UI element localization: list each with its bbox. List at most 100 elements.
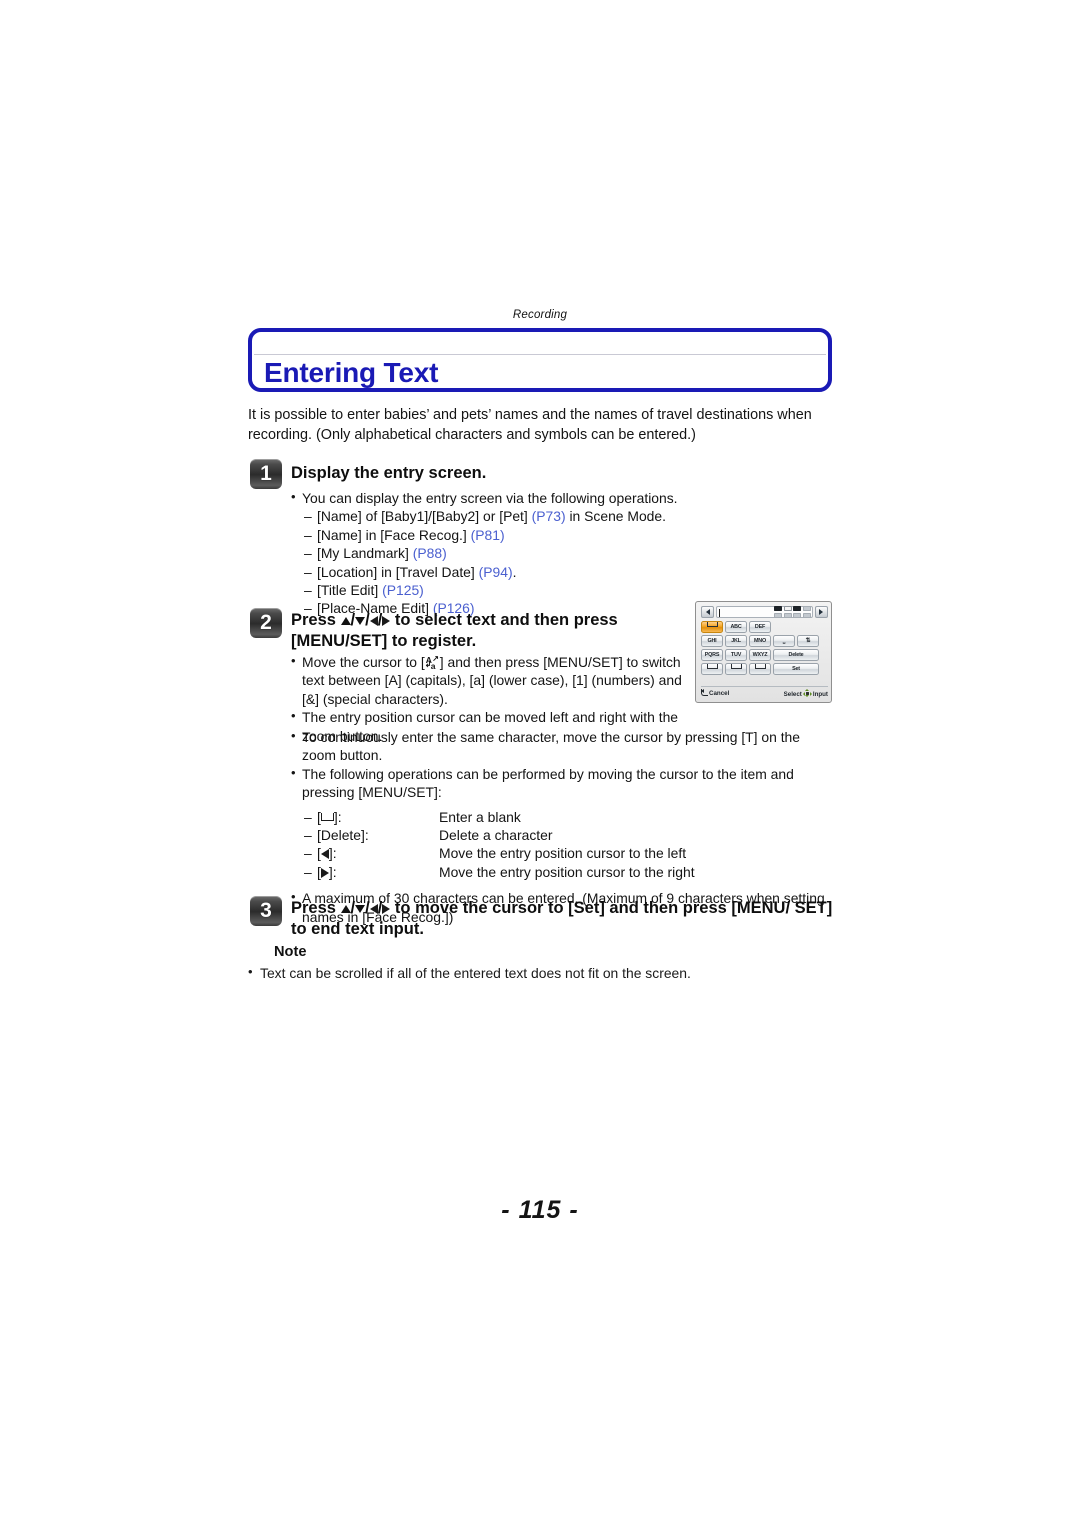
key-jkl[interactable]: JKL xyxy=(725,635,747,647)
key-space[interactable] xyxy=(701,621,723,633)
case-toggle-icon: A ↗ ↲ a xyxy=(424,654,439,671)
list-item: The following operations can be performe… xyxy=(290,764,836,802)
list-item: [Name] of [Baby1]/[Baby2] or [Pet] (P73)… xyxy=(304,507,835,526)
sub-item-text: [Name] in [Face Recog.] xyxy=(317,526,471,543)
keypad-row: PQRS TUV WXYZ Delete xyxy=(701,649,828,661)
input-label: Input xyxy=(812,691,828,698)
operation-key: []: xyxy=(304,863,439,882)
operation-key: []: xyxy=(304,808,439,827)
key-blank-space[interactable]: ⎵ xyxy=(773,635,795,647)
blank-icon xyxy=(320,812,334,821)
step-2-heading-line2: [MENU/SET] to register. xyxy=(291,632,477,650)
triangle-left-icon xyxy=(369,616,378,626)
step-2-heading: Press / / / to select text and then press … xyxy=(291,611,618,650)
key-pqrs[interactable]: PQRS xyxy=(701,649,723,661)
step-1-badge: 1 xyxy=(250,459,282,489)
dpad-icon xyxy=(802,689,812,697)
sub-item-tail: in Scene Mode. xyxy=(565,508,666,525)
page-link[interactable]: (P88) xyxy=(413,545,447,561)
ime-cell xyxy=(802,606,811,611)
camera-entry-screen-image: ABC DEF GHI JKL MNO ⎵ ⇅ PQRS TUV WXYZ De… xyxy=(695,601,832,703)
list-item: [Name] in [Face Recog.] (P81) xyxy=(304,526,835,545)
ime-cell xyxy=(793,606,801,611)
operation-desc: Enter a blank xyxy=(439,808,521,825)
sub-item-text: [Name] of [Baby1]/[Baby2] or [Pet] xyxy=(317,508,532,525)
manual-page: Recording Entering Text It is possible t… xyxy=(0,0,1080,1528)
triangle-down-icon xyxy=(355,905,366,913)
ime-cell xyxy=(774,612,782,618)
key-symbol-2[interactable] xyxy=(725,663,747,675)
key-delete[interactable]: Delete xyxy=(773,649,819,661)
page-link[interactable]: (P73) xyxy=(532,508,566,524)
return-arrow-icon xyxy=(700,689,708,696)
sub-item-text: [Location] in [Travel Date] xyxy=(317,563,479,580)
key-mno[interactable]: MNO xyxy=(749,635,771,647)
bullet-text-pre: Move the cursor to [ xyxy=(302,654,425,670)
ime-cell xyxy=(783,612,792,618)
note-label: Note xyxy=(274,944,307,960)
step-1-heading: Display the entry screen. xyxy=(291,464,487,482)
triangle-up-icon xyxy=(340,905,351,913)
list-item: [My Landmark] (P88) xyxy=(304,544,835,563)
camera-bottom-bar: Cancel Select Input xyxy=(700,686,828,699)
step-1-bullets: You can display the entry screen via the… xyxy=(290,488,835,618)
operation-desc: Move the entry position cursor to the ri… xyxy=(439,863,695,880)
table-row: []: Enter a blank xyxy=(304,808,695,827)
key-abc[interactable]: ABC xyxy=(725,621,747,633)
list-item: Move the cursor to [A↗↲a] and then press… xyxy=(290,652,686,708)
note-body: Text can be scrolled if all of the enter… xyxy=(248,963,838,982)
input-mode-indicator xyxy=(774,606,826,619)
page-link[interactable]: (P94) xyxy=(479,564,513,580)
operation-key: []: xyxy=(304,844,439,863)
page-link[interactable]: (P81) xyxy=(471,527,505,543)
ime-cell xyxy=(802,612,811,618)
key-case-toggle[interactable]: ⇅ xyxy=(797,635,819,647)
operation-desc: Move the entry position cursor to the le… xyxy=(439,845,687,862)
key-wxyz[interactable]: WXYZ xyxy=(749,649,771,661)
keypad-row: ABC DEF xyxy=(701,621,828,633)
key-symbol-3[interactable] xyxy=(749,663,771,675)
list-item: You can display the entry screen via the… xyxy=(290,488,835,507)
page-title: Entering Text xyxy=(264,357,439,388)
select-input-hint: Select Input xyxy=(784,689,828,698)
ime-cell xyxy=(774,606,782,611)
ime-cell xyxy=(793,612,801,618)
select-label: Select xyxy=(783,691,802,698)
table-row: [Delete]: Delete a character xyxy=(304,826,695,845)
key-tuv[interactable]: TUV xyxy=(725,649,747,661)
keypad-row: GHI JKL MNO ⎵ ⇅ xyxy=(701,635,828,647)
running-head: Recording xyxy=(512,309,568,321)
page-number: - 115 - xyxy=(501,1196,579,1224)
triangle-down-icon xyxy=(355,617,366,625)
step-2-heading-pre: Press xyxy=(291,611,341,629)
keypad-row: Set xyxy=(701,663,828,675)
operation-key: [Delete]: xyxy=(304,826,439,845)
triangle-left-icon xyxy=(369,904,378,914)
cancel-button[interactable]: Cancel xyxy=(700,689,730,697)
list-item: Text can be scrolled if all of the enter… xyxy=(248,963,838,982)
triangle-left-icon xyxy=(320,849,329,860)
key-set[interactable]: Set xyxy=(773,663,819,675)
triangle-up-icon xyxy=(340,617,351,625)
table-row: []: Move the entry position cursor to th… xyxy=(304,844,695,863)
step-2-number: 2 xyxy=(260,611,272,634)
key-symbol-1[interactable] xyxy=(701,663,723,675)
ime-cell xyxy=(783,606,792,611)
operations-table: []: Enter a blank [Delete]: Delete a cha… xyxy=(304,808,695,882)
text-caret xyxy=(719,608,721,617)
step-2-heading-post: to select text and then press xyxy=(390,611,618,629)
cancel-label: Cancel xyxy=(709,690,730,697)
title-divider xyxy=(254,354,826,355)
sub-item-text: [Title Edit] xyxy=(317,582,383,599)
page-title-box: Entering Text xyxy=(248,328,832,392)
cursor-left-button[interactable] xyxy=(701,606,714,618)
sub-item-tail: . xyxy=(512,563,517,580)
list-item: [Title Edit] (P125) xyxy=(304,581,835,600)
page-link[interactable]: (P125) xyxy=(382,582,424,598)
key-def[interactable]: DEF xyxy=(749,621,771,633)
list-item: [Location] in [Travel Date] (P94). xyxy=(304,563,835,582)
key-ghi[interactable]: GHI xyxy=(701,635,723,647)
on-screen-keypad: ABC DEF GHI JKL MNO ⎵ ⇅ PQRS TUV WXYZ De… xyxy=(701,621,828,677)
triangle-right-icon xyxy=(320,867,329,878)
intro-paragraph: It is possible to enter babies’ and pets… xyxy=(248,407,812,443)
